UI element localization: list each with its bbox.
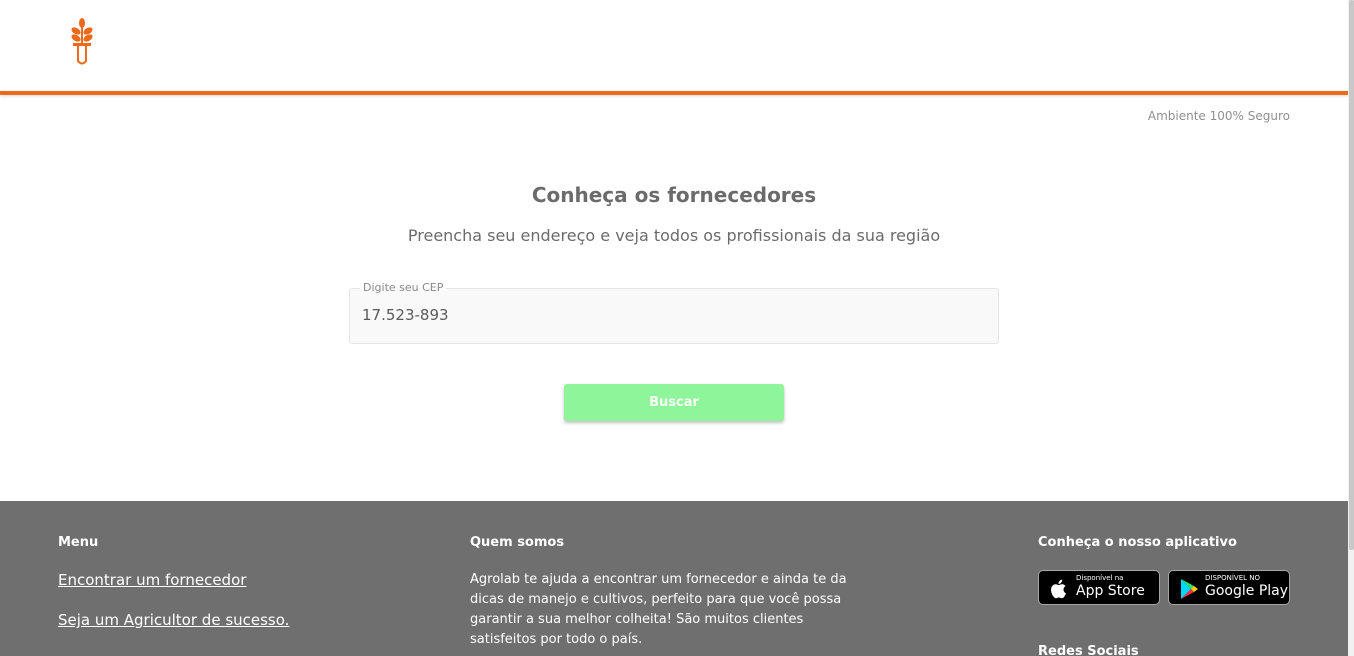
footer-about-heading: Quem somos	[470, 535, 565, 550]
cep-input-label: Digite seu CEP	[360, 281, 447, 294]
cep-input-value[interactable]: 17.523-893	[362, 306, 449, 324]
apple-icon	[1051, 579, 1066, 599]
footer-about-text: Agrolab te ajuda a encontrar um forneced…	[470, 572, 847, 647]
header-accent-line	[0, 91, 1348, 95]
footer-link-successful-farmer[interactable]: Seja um Agricultor de sucesso.	[58, 611, 289, 629]
footer-menu-heading: Menu	[58, 535, 99, 550]
page-title: Conheça os fornecedores	[531, 183, 817, 207]
header	[0, 0, 1348, 91]
plant-in-test-tube-icon[interactable]	[70, 17, 94, 65]
google-play-badge[interactable]: DISPONÍVEL NO Google Play	[1168, 570, 1290, 605]
google-play-icon	[1181, 579, 1198, 599]
google-play-big-text: Google Play	[1205, 583, 1289, 599]
footer: Menu Encontrar um fornecedor Seja um Agr…	[0, 501, 1348, 656]
footer-link-find-supplier[interactable]: Encontrar um fornecedor	[58, 571, 246, 589]
page-subtitle: Preencha seu endereço e veja todos os pr…	[407, 226, 941, 245]
vertical-scrollbar-thumb[interactable]	[1349, 0, 1354, 550]
app-store-big-text: App Store	[1076, 583, 1145, 599]
secure-environment-label: Ambiente 100% Seguro	[1147, 109, 1290, 123]
footer-social-heading: Redes Sociais	[1038, 644, 1139, 656]
app-store-badge[interactable]: Disponível na App Store	[1038, 570, 1160, 605]
google-play-small-text: DISPONÍVEL NO	[1205, 574, 1261, 582]
search-button[interactable]: Buscar	[564, 384, 784, 421]
app-store-small-text: Disponível na	[1076, 574, 1124, 582]
footer-app-heading: Conheça o nosso aplicativo	[1038, 535, 1237, 550]
page: Ambiente 100% Seguro Conheça os forneced…	[0, 0, 1354, 656]
